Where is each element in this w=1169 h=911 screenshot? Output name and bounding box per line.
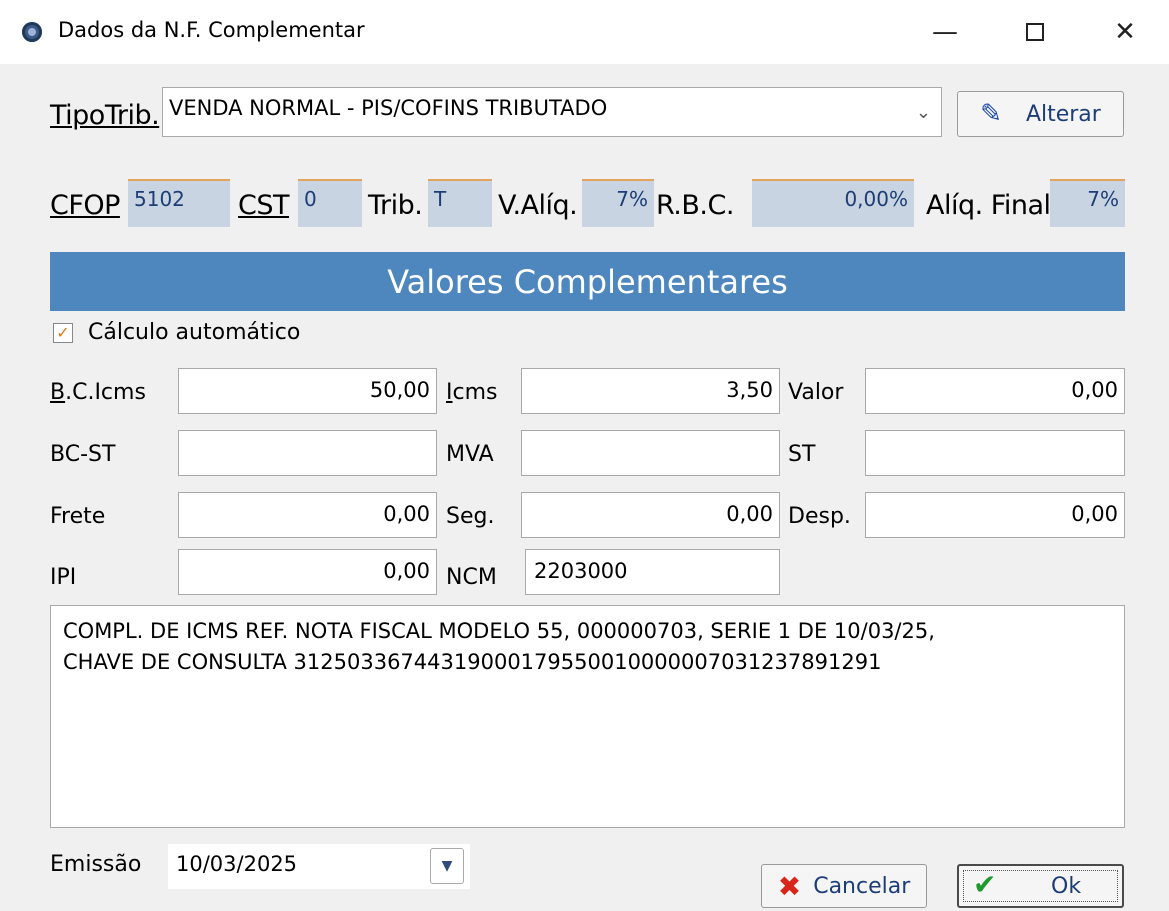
valiq-label: V.Alíq. (498, 190, 578, 221)
observacao-line-2: CHAVE DE CONSULTA 3125033674431900017955… (63, 650, 882, 674)
seg-input[interactable]: 0,00 (521, 492, 780, 538)
cfop-value: 5102 (134, 187, 185, 211)
rbc-label: R.B.C. (656, 190, 734, 221)
seg-label: Seg. (446, 504, 495, 529)
aliq-final-value: 7% (1087, 187, 1119, 211)
maximize-icon (1026, 23, 1044, 41)
frete-label: Frete (50, 504, 106, 529)
close-button[interactable]: ✕ (1080, 0, 1169, 64)
valiq-value: 7% (616, 187, 648, 211)
pencil-icon: ✎ (980, 99, 1002, 129)
section-header: Valores Complementares (50, 252, 1125, 311)
desp-value: 0,00 (1071, 502, 1118, 526)
emissao-value: 10/03/2025 (176, 852, 298, 876)
icms-input[interactable]: 3,50 (521, 368, 780, 414)
seg-value: 0,00 (726, 502, 773, 526)
ok-label: Ok (1051, 874, 1082, 899)
trib-label: Trib. (368, 190, 423, 221)
trib-value: T (434, 187, 447, 211)
tipotrib-value: VENDA NORMAL - PIS/COFINS TRIBUTADO (169, 96, 608, 120)
ncm-value: 2203000 (534, 559, 628, 583)
window-title: Dados da N.F. Complementar (58, 18, 365, 42)
calc-auto-label: Cálculo automático (88, 320, 301, 345)
bc-icms-value: 50,00 (369, 378, 430, 402)
x-icon: ✖ (777, 869, 802, 903)
bc-st-label: BC-ST (50, 442, 116, 467)
bc-icms-label: B.C.Icms (50, 380, 146, 405)
ipi-value: 0,00 (383, 559, 430, 583)
mva-label: MVA (446, 442, 494, 467)
st-input[interactable] (865, 430, 1125, 476)
calendar-dropdown-icon[interactable]: ▼ (430, 848, 464, 884)
ok-button[interactable]: ✔ Ok (957, 864, 1124, 908)
cst-value: 0 (304, 187, 317, 211)
checkmark-icon: ✔ (973, 868, 997, 901)
maximize-button[interactable] (990, 0, 1080, 64)
icms-label: Icms (446, 380, 498, 405)
ipi-input[interactable]: 0,00 (178, 549, 437, 595)
desp-input[interactable]: 0,00 (865, 492, 1125, 538)
bc-icms-label-rest: .C.Icms (65, 380, 146, 405)
app-icon (22, 22, 42, 42)
close-icon: ✕ (1114, 17, 1136, 47)
alterar-label: Alterar (1025, 101, 1101, 127)
ncm-input[interactable]: 2203000 (525, 549, 780, 595)
cfop-field: 5102 (128, 179, 230, 227)
tipotrib-select[interactable]: VENDA NORMAL - PIS/COFINS TRIBUTADO ⌄ (162, 87, 942, 137)
bc-st-input[interactable] (178, 430, 437, 476)
valor-input[interactable]: 0,00 (865, 368, 1125, 414)
alterar-button[interactable]: ✎ Alterar (957, 91, 1124, 137)
cfop-label: CFOP (50, 190, 120, 221)
observacao-textarea[interactable]: COMPL. DE ICMS REF. NOTA FISCAL MODELO 5… (50, 605, 1125, 828)
valor-value: 0,00 (1071, 378, 1118, 402)
observacao-line-1: COMPL. DE ICMS REF. NOTA FISCAL MODELO 5… (63, 619, 935, 643)
rbc-field: 0,00% (752, 179, 914, 227)
cst-field: 0 (298, 179, 362, 227)
icms-value: 3,50 (726, 378, 773, 402)
valiq-field: 7% (582, 179, 654, 227)
cancel-button[interactable]: ✖ Cancelar (761, 864, 927, 908)
emissao-date-input[interactable]: 10/03/2025 ▼ (168, 844, 470, 889)
rbc-value: 0,00% (844, 187, 908, 211)
calc-auto-checkbox[interactable]: ✓ (53, 323, 73, 343)
aliq-final-label: Alíq. Final (926, 190, 1051, 221)
minimize-icon: — (932, 17, 958, 47)
minimize-button[interactable]: — (900, 0, 990, 64)
mva-input[interactable] (521, 430, 780, 476)
frete-input[interactable]: 0,00 (178, 492, 437, 538)
cst-label: CST (238, 190, 289, 221)
desp-label: Desp. (788, 504, 851, 529)
aliq-final-field: 7% (1050, 179, 1125, 227)
chevron-down-icon[interactable]: ⌄ (916, 102, 931, 123)
frete-value: 0,00 (383, 502, 430, 526)
bc-icms-input[interactable]: 50,00 (178, 368, 437, 414)
title-bar: Dados da N.F. Complementar — ✕ (0, 0, 1169, 64)
trib-field: T (428, 179, 492, 227)
emissao-label: Emissão (50, 852, 142, 877)
tipotrib-label: TipoTrib. (50, 100, 160, 131)
cancel-label: Cancelar (813, 873, 911, 899)
st-label: ST (788, 442, 816, 467)
ncm-label: NCM (446, 565, 497, 590)
ipi-label: IPI (50, 565, 77, 590)
valor-label: Valor (788, 380, 844, 405)
